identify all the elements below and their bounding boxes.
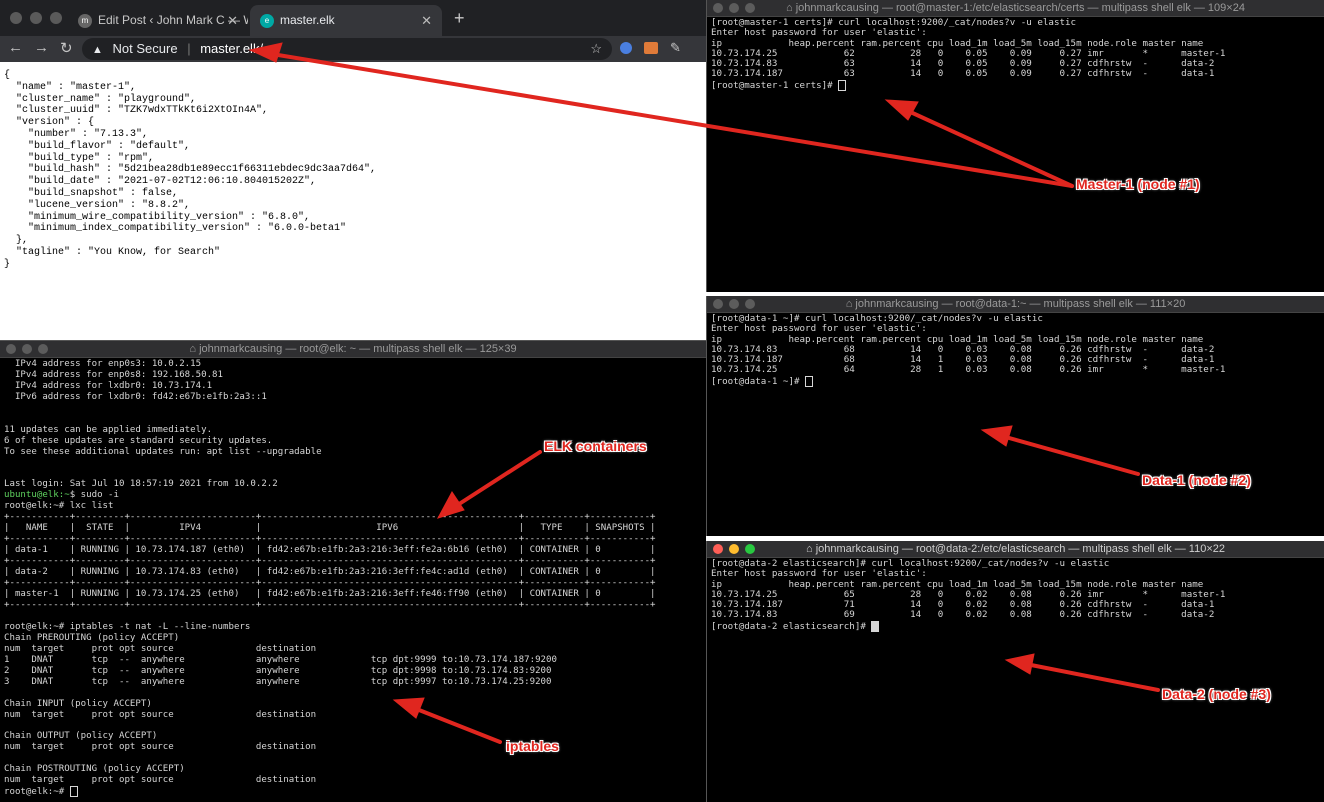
arrowhead — [1004, 653, 1035, 675]
arrowhead — [248, 42, 283, 63]
arrowhead — [884, 99, 919, 121]
annotation-master-1: Master-1 (node #1) — [1076, 176, 1200, 192]
arrow-to-url — [270, 52, 1074, 188]
arrowhead — [436, 491, 465, 519]
annotation-data-1: Data-1 (node #2) — [1142, 472, 1251, 488]
arrow-to-data-2-terminal — [1024, 662, 1160, 692]
arrowhead — [392, 697, 425, 719]
annotation-arrows — [248, 42, 1160, 744]
arrow-to-iptables — [412, 706, 502, 744]
arrowhead — [980, 425, 1013, 447]
arrow-to-master-terminal — [904, 108, 1074, 188]
annotation-data-2: Data-2 (node #3) — [1162, 686, 1271, 702]
annotation-elk-containers: ELK containers — [544, 438, 647, 454]
arrow-to-data-1-terminal — [1000, 434, 1140, 476]
annotation-iptables: iptables — [506, 738, 559, 754]
arrow-to-lxc-list — [454, 450, 542, 508]
